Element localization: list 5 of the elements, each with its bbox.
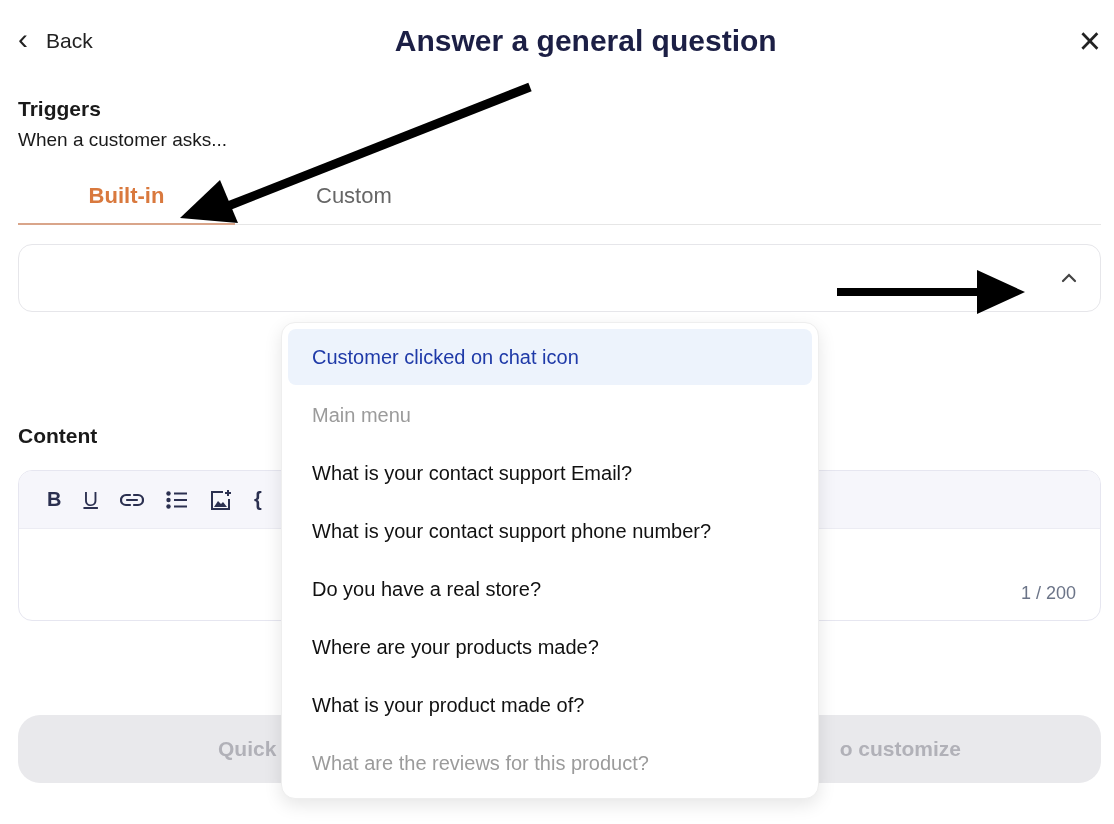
page-title: Answer a general question (394, 24, 777, 58)
section-heading: Content (18, 424, 99, 448)
section-subtitle: When a customer asks... (18, 129, 229, 151)
section-heading: Triggers (18, 97, 102, 121)
character-counter: 1 / 200 (1020, 583, 1076, 604)
